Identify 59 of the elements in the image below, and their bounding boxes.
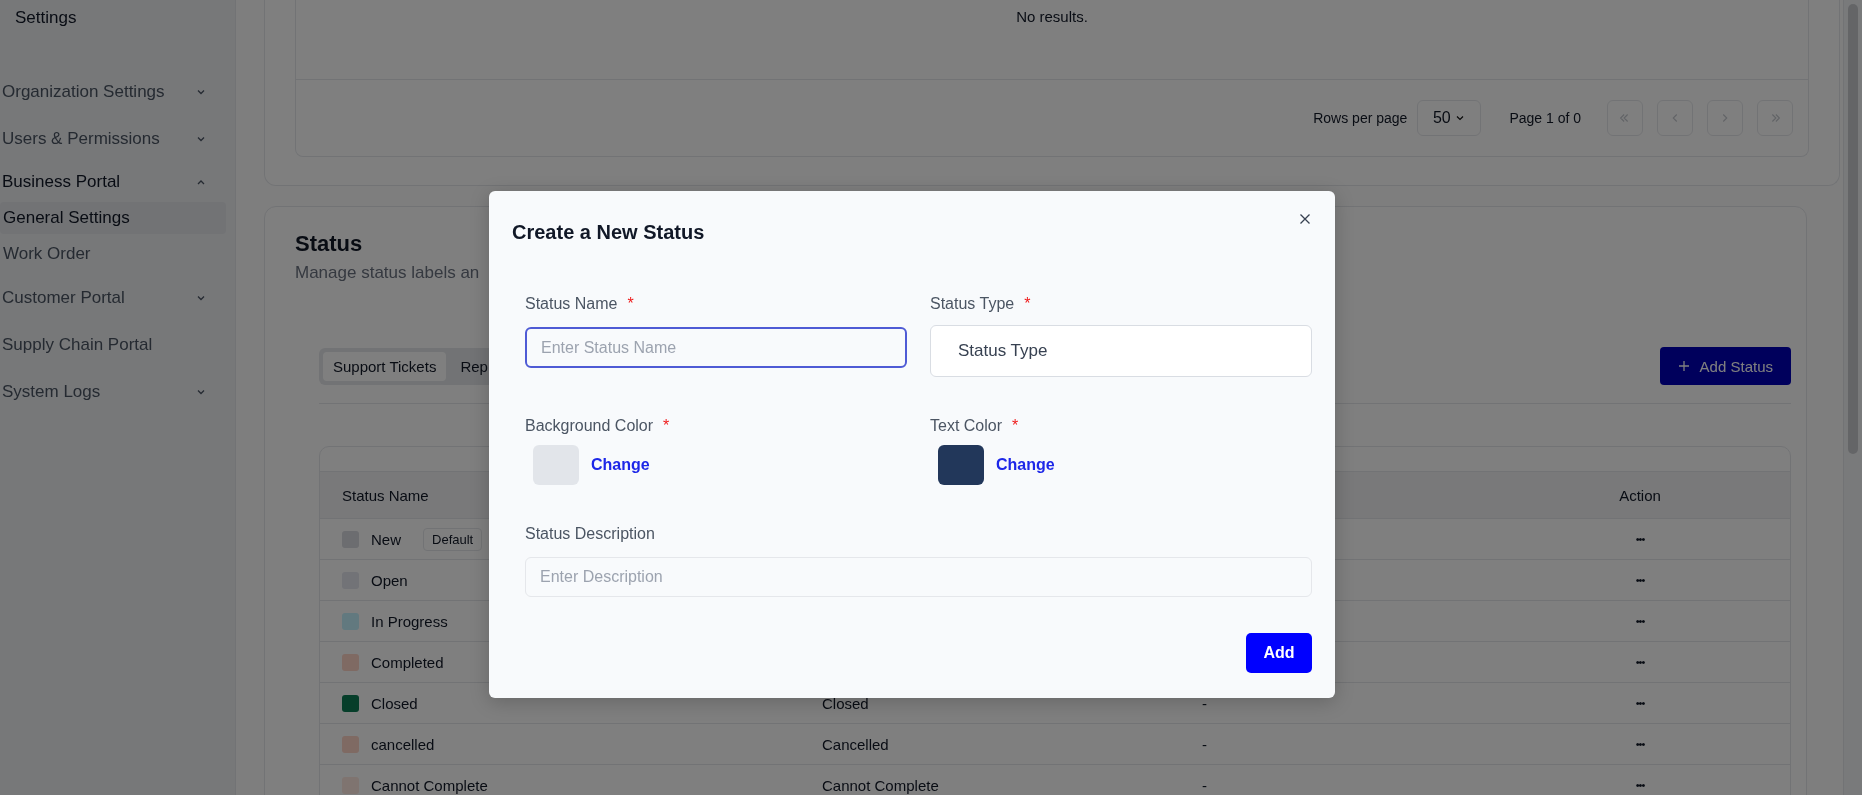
field-label: Status Name: [525, 295, 618, 313]
table-cell: -: [1202, 776, 1207, 794]
rows-per-page-select[interactable]: 50: [1417, 100, 1482, 136]
table-cell: New: [371, 530, 401, 548]
scrollbar[interactable]: [1843, 0, 1862, 795]
column-header: Action: [1619, 486, 1661, 504]
field-label: Text Color: [930, 417, 1003, 435]
column-header: Status Name: [342, 486, 429, 504]
sidebar-group[interactable]: Customer Portal: [0, 274, 215, 321]
more-options-button[interactable]: •••: [1635, 779, 1645, 791]
sidebar-item[interactable]: General Settings: [0, 202, 226, 234]
sidebar-group[interactable]: Users & Permissions: [0, 115, 215, 162]
field-label: Status Description: [525, 525, 655, 543]
table-cell: In Progress: [371, 612, 448, 630]
more-options-button[interactable]: •••: [1635, 656, 1645, 668]
section-subtitle: Manage status labels an: [295, 263, 481, 283]
page-info: Page 1 of 0: [1509, 110, 1581, 126]
sidebar-group[interactable]: Business Portal: [0, 162, 215, 202]
add-button[interactable]: Add: [1246, 633, 1312, 673]
table-cell: cancelled: [371, 735, 435, 753]
more-options-button[interactable]: •••: [1635, 574, 1645, 586]
rows-per-page-label: Rows per page: [1313, 110, 1408, 126]
dialog-title: Create a New Status: [512, 221, 705, 244]
table-cell: Completed: [371, 653, 444, 671]
tab[interactable]: Rep: [450, 351, 498, 381]
table-cell: Closed: [822, 694, 869, 712]
select-field[interactable]: Status Type: [930, 325, 1312, 377]
sidebar-title: Settings: [14, 7, 78, 29]
table-cell: Cannot Complete: [371, 776, 488, 794]
more-options-button[interactable]: •••: [1635, 615, 1645, 627]
table-cell: Cancelled: [822, 735, 889, 753]
table-cell: -: [1202, 694, 1207, 712]
default-badge: Default: [423, 527, 483, 551]
tab[interactable]: Support Tickets: [323, 351, 447, 381]
change-link[interactable]: Change: [996, 456, 1055, 474]
field-label: Background Color: [525, 417, 654, 435]
more-options-button[interactable]: •••: [1635, 697, 1645, 709]
more-options-button[interactable]: •••: [1635, 738, 1645, 750]
sidebar-item[interactable]: Work Order: [0, 238, 226, 270]
required-mark: *: [627, 295, 634, 313]
color-swatch[interactable]: [938, 445, 984, 485]
plus-icon: [1677, 360, 1690, 372]
required-mark: *: [1012, 417, 1019, 435]
empty-message: No results.: [1016, 8, 1088, 25]
sidebar-group[interactable]: Organization Settings: [0, 68, 215, 115]
table-cell: Cannot Complete: [822, 776, 939, 794]
add-status-button[interactable]: Add Status: [1659, 347, 1791, 385]
more-options-button[interactable]: •••: [1635, 533, 1645, 545]
sidebar-item[interactable]: Supply Chain Portal: [0, 321, 215, 368]
input-field[interactable]: Enter Status Name: [525, 327, 907, 368]
section-title: Status: [295, 230, 363, 257]
required-mark: *: [663, 417, 670, 435]
table-cell: -: [1202, 735, 1207, 753]
required-mark: *: [1024, 295, 1031, 313]
sidebar-group[interactable]: System Logs: [0, 368, 215, 415]
field-label: Status Type: [930, 295, 1015, 313]
change-link[interactable]: Change: [591, 456, 650, 474]
table-cell: Open: [371, 571, 408, 589]
table-cell: Closed: [371, 694, 418, 712]
